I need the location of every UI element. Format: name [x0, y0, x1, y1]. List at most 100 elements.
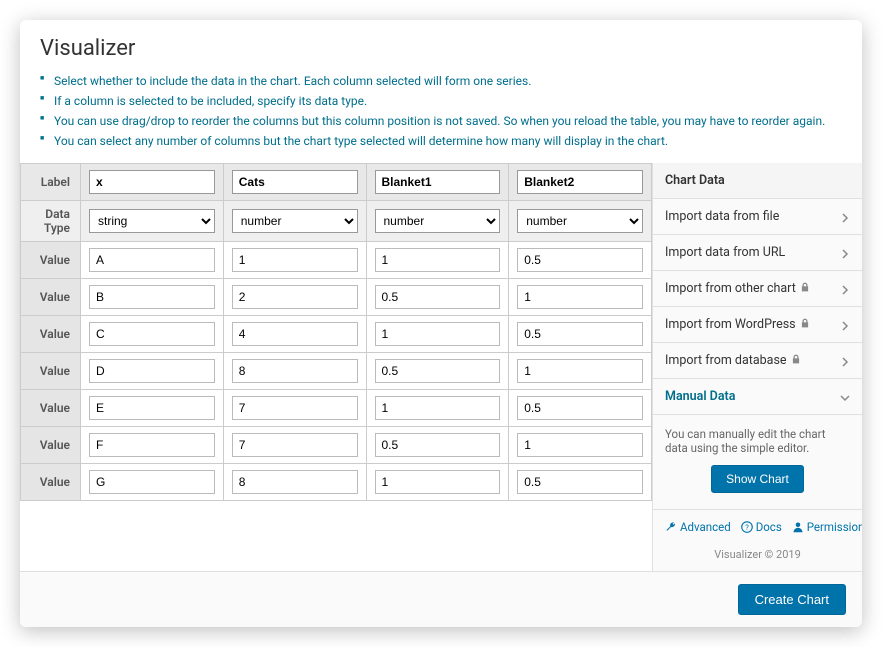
lock-icon — [791, 353, 801, 368]
cell-input[interactable] — [232, 359, 358, 383]
rowhdr-type: Data Type — [21, 201, 81, 242]
cell-input[interactable] — [232, 470, 358, 494]
info-bullet: You can use drag/drop to reorder the col… — [40, 111, 842, 131]
cell-input[interactable] — [375, 359, 501, 383]
sidebar-item-label: Import from other chart — [665, 281, 810, 296]
chevron-right-icon — [840, 320, 850, 330]
value-row: Value — [21, 242, 652, 279]
sidebar-item-label: Import from database — [665, 353, 801, 368]
chevron-right-icon — [840, 356, 850, 366]
column-label-input[interactable] — [517, 170, 643, 194]
value-row: Value — [21, 464, 652, 501]
cell-input[interactable] — [517, 470, 643, 494]
column-type-select[interactable]: number — [375, 209, 501, 233]
cell-input[interactable] — [232, 285, 358, 309]
sidebar-item[interactable]: Import from other chart — [653, 271, 862, 307]
cell-input[interactable] — [232, 433, 358, 457]
show-chart-button[interactable]: Show Chart — [711, 465, 804, 493]
cell-input[interactable] — [89, 396, 215, 420]
wrench-icon — [665, 521, 677, 533]
cell-input[interactable] — [232, 396, 358, 420]
cell-input[interactable] — [517, 433, 643, 457]
column-label-input[interactable] — [232, 170, 358, 194]
info-bullets: Select whether to include the data in th… — [20, 71, 862, 163]
value-row: Value — [21, 427, 652, 464]
data-grid: Label Data Type string number number num… — [20, 163, 652, 501]
column-label-input[interactable] — [375, 170, 501, 194]
svg-text:?: ? — [745, 523, 749, 532]
lock-icon — [800, 281, 810, 296]
cell-input[interactable] — [232, 322, 358, 346]
rowhdr-value: Value — [21, 242, 81, 279]
cell-input[interactable] — [232, 248, 358, 272]
page-title: Visualizer — [40, 36, 842, 61]
column-type-select[interactable]: number — [517, 209, 643, 233]
sidebar-item[interactable]: Import from database — [653, 343, 862, 379]
copyright: Visualizer © 2019 — [653, 544, 862, 571]
sidebar-item-manual-data[interactable]: Manual Data — [653, 379, 862, 415]
value-row: Value — [21, 353, 652, 390]
cell-input[interactable] — [517, 285, 643, 309]
sidebar-item[interactable]: Import from WordPress — [653, 307, 862, 343]
sidebar-section-title: Chart Data — [653, 163, 862, 199]
value-row: Value — [21, 316, 652, 353]
lock-icon — [800, 317, 810, 332]
cell-input[interactable] — [89, 248, 215, 272]
cell-input[interactable] — [517, 248, 643, 272]
rowhdr-value: Value — [21, 353, 81, 390]
sidebar-item-label: Manual Data — [665, 389, 735, 404]
bottom-bar: Create Chart — [20, 571, 862, 627]
cell-input[interactable] — [89, 433, 215, 457]
type-row: Data Type string number number number — [21, 201, 652, 242]
panel-text: You can manually edit the chart data usi… — [665, 427, 850, 455]
column-type-select[interactable]: number — [232, 209, 358, 233]
chevron-down-icon — [840, 392, 850, 402]
cell-input[interactable] — [375, 396, 501, 420]
cell-input[interactable] — [517, 396, 643, 420]
help-icon: ? — [741, 521, 753, 533]
chevron-right-icon — [840, 212, 850, 222]
sidebar-item[interactable]: Import data from URL — [653, 235, 862, 271]
rowhdr-value: Value — [21, 427, 81, 464]
header: Visualizer — [20, 20, 862, 71]
cell-input[interactable] — [89, 322, 215, 346]
cell-input[interactable] — [375, 248, 501, 272]
cell-input[interactable] — [375, 470, 501, 494]
app-window: Visualizer Select whether to include the… — [20, 20, 862, 627]
info-bullet: If a column is selected to be included, … — [40, 91, 842, 111]
docs-link[interactable]: ?Docs — [741, 520, 782, 534]
sidebar-panel-body: You can manually edit the chart data usi… — [653, 415, 862, 509]
info-bullet: Select whether to include the data in th… — [40, 71, 842, 91]
sidebar-item-label: Import data from file — [665, 209, 779, 224]
cell-input[interactable] — [89, 285, 215, 309]
cell-input[interactable] — [375, 285, 501, 309]
rowhdr-value: Value — [21, 316, 81, 353]
sidebar-item-label: Import data from URL — [665, 245, 785, 260]
user-icon — [792, 521, 804, 533]
sidebar-footer-links: Advanced ?Docs Permissions — [653, 509, 862, 544]
info-bullet: You can select any number of columns but… — [40, 131, 842, 151]
content: Label Data Type string number number num… — [20, 163, 862, 571]
cell-input[interactable] — [89, 470, 215, 494]
sidebar-item-label: Import from WordPress — [665, 317, 810, 332]
rowhdr-value: Value — [21, 390, 81, 427]
permissions-link[interactable]: Permissions — [792, 520, 862, 534]
value-row: Value — [21, 390, 652, 427]
cell-input[interactable] — [89, 359, 215, 383]
cell-input[interactable] — [375, 433, 501, 457]
column-type-select[interactable]: string — [89, 209, 215, 233]
data-grid-panel: Label Data Type string number number num… — [20, 163, 652, 571]
cell-input[interactable] — [517, 322, 643, 346]
advanced-link[interactable]: Advanced — [665, 520, 731, 534]
rowhdr-value: Value — [21, 279, 81, 316]
chevron-right-icon — [840, 248, 850, 258]
sidebar-item[interactable]: Import data from file — [653, 199, 862, 235]
value-row: Value — [21, 279, 652, 316]
rowhdr-value: Value — [21, 464, 81, 501]
cell-input[interactable] — [517, 359, 643, 383]
create-chart-button[interactable]: Create Chart — [738, 584, 846, 615]
column-label-input[interactable] — [89, 170, 215, 194]
sidebar: Chart Data Import data from file Import d… — [652, 163, 862, 571]
cell-input[interactable] — [375, 322, 501, 346]
chevron-right-icon — [840, 284, 850, 294]
